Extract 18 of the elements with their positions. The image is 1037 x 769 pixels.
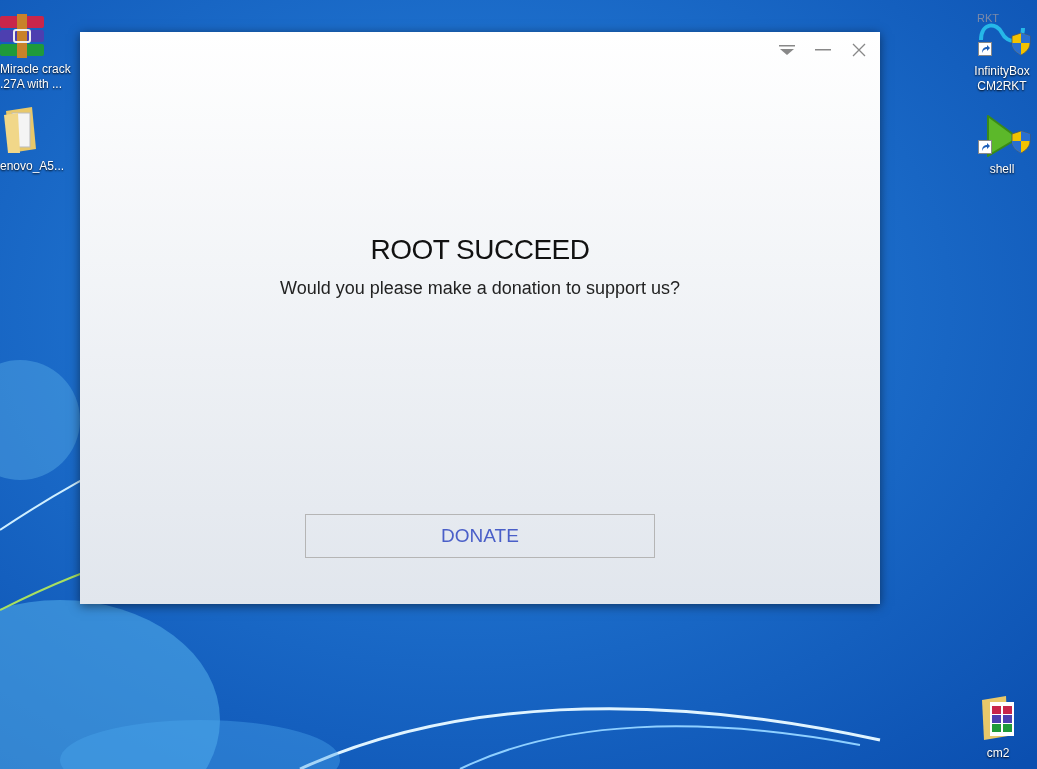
dialog-title: ROOT SUCCEED [370,233,590,267]
icon-label: cm2 [986,746,1010,761]
desktop-icon[interactable]: cm2 [958,692,1037,761]
logo-text: RKT [977,11,999,26]
icon-label: Miracle crack .27A with ... [0,62,71,92]
icon-label: enovo_A5... [0,159,65,174]
desktop-icon[interactable]: Miracle crack .27A with ... [0,8,72,92]
icon-label: InfinityBox CM2RKT [974,64,1030,94]
icon-label: shell [989,162,1015,177]
archive-icon [0,14,46,58]
shield-icon [1010,32,1032,56]
dropdown-icon[interactable] [776,42,798,58]
desktop-icon[interactable]: shell [962,108,1037,177]
donate-button[interactable]: DONATE [305,514,655,558]
desktop-icon[interactable]: RKT InfinityBox CM2RKT [962,10,1037,94]
shield-icon [1010,130,1032,154]
desktop-icon[interactable]: enovo_A5... [0,105,72,174]
dialog-message: Would you please make a donation to support us? [280,277,680,299]
